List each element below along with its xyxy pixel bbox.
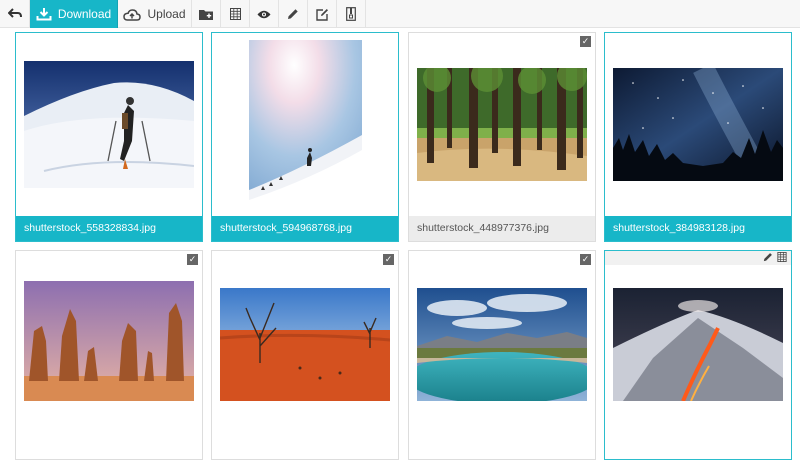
- file-card[interactable]: shutterstock_594968768.jpg: [211, 32, 399, 242]
- rename-button[interactable]: [279, 0, 308, 28]
- eye-icon: [257, 10, 271, 18]
- red-desert-dead-tree-image: [220, 288, 390, 401]
- file-card[interactable]: ✓: [408, 32, 596, 242]
- upload-label: Upload: [147, 7, 186, 21]
- file-card[interactable]: ✓: [15, 250, 203, 460]
- download-button[interactable]: Download: [30, 0, 118, 28]
- file-thumbnail: [409, 251, 595, 433]
- lake-clouds-landscape-image: [417, 288, 587, 401]
- upload-button[interactable]: Upload: [118, 0, 192, 28]
- toolbar: Download Upload: [0, 0, 800, 28]
- file-grid: shutterstock_558328834.jpg shutterstock_…: [0, 28, 800, 460]
- file-name: shutterstock_384983128.jpg: [605, 216, 791, 241]
- new-folder-button[interactable]: [192, 0, 221, 28]
- pencil-icon: [288, 9, 298, 19]
- edit-button[interactable]: [308, 0, 337, 28]
- snow-mountain-climber-image: [24, 60, 194, 188]
- pine-forest-image: [417, 67, 587, 181]
- volcano-eruption-image: [613, 288, 783, 401]
- milky-way-night-image: [613, 67, 783, 181]
- download-icon: [36, 8, 52, 21]
- file-card[interactable]: shutterstock_384983128.jpg: [604, 32, 792, 242]
- file-thumbnail: [16, 33, 202, 215]
- cloud-upload-icon: [123, 8, 142, 21]
- file-card[interactable]: shutterstock_558328834.jpg: [15, 32, 203, 242]
- desert-rock-formations-image: [24, 281, 194, 401]
- file-thumbnail: [409, 33, 595, 215]
- preview-button[interactable]: [250, 0, 279, 28]
- file-card[interactable]: [604, 250, 792, 460]
- grid-icon: [229, 8, 241, 20]
- file-name: shutterstock_594968768.jpg: [212, 216, 398, 241]
- compress-icon: [346, 7, 356, 21]
- file-thumbnail: [16, 251, 202, 433]
- file-thumbnail: [212, 251, 398, 433]
- snow-slope-hikers-image: [248, 40, 362, 208]
- file-name: shutterstock_448977376.jpg: [409, 216, 595, 241]
- file-thumbnail: [605, 33, 791, 215]
- grid-view-button[interactable]: [221, 0, 250, 28]
- download-label: Download: [57, 7, 112, 21]
- back-button[interactable]: [0, 0, 30, 28]
- file-name: shutterstock_558328834.jpg: [16, 216, 202, 241]
- new-folder-icon: [199, 9, 213, 20]
- compress-button[interactable]: [337, 0, 366, 28]
- file-card[interactable]: ✓: [211, 250, 399, 460]
- edit-icon: [315, 8, 328, 21]
- file-thumbnail: [605, 251, 791, 433]
- file-thumbnail: [212, 33, 398, 215]
- file-card[interactable]: ✓: [408, 250, 596, 460]
- back-arrow-icon: [7, 8, 22, 18]
